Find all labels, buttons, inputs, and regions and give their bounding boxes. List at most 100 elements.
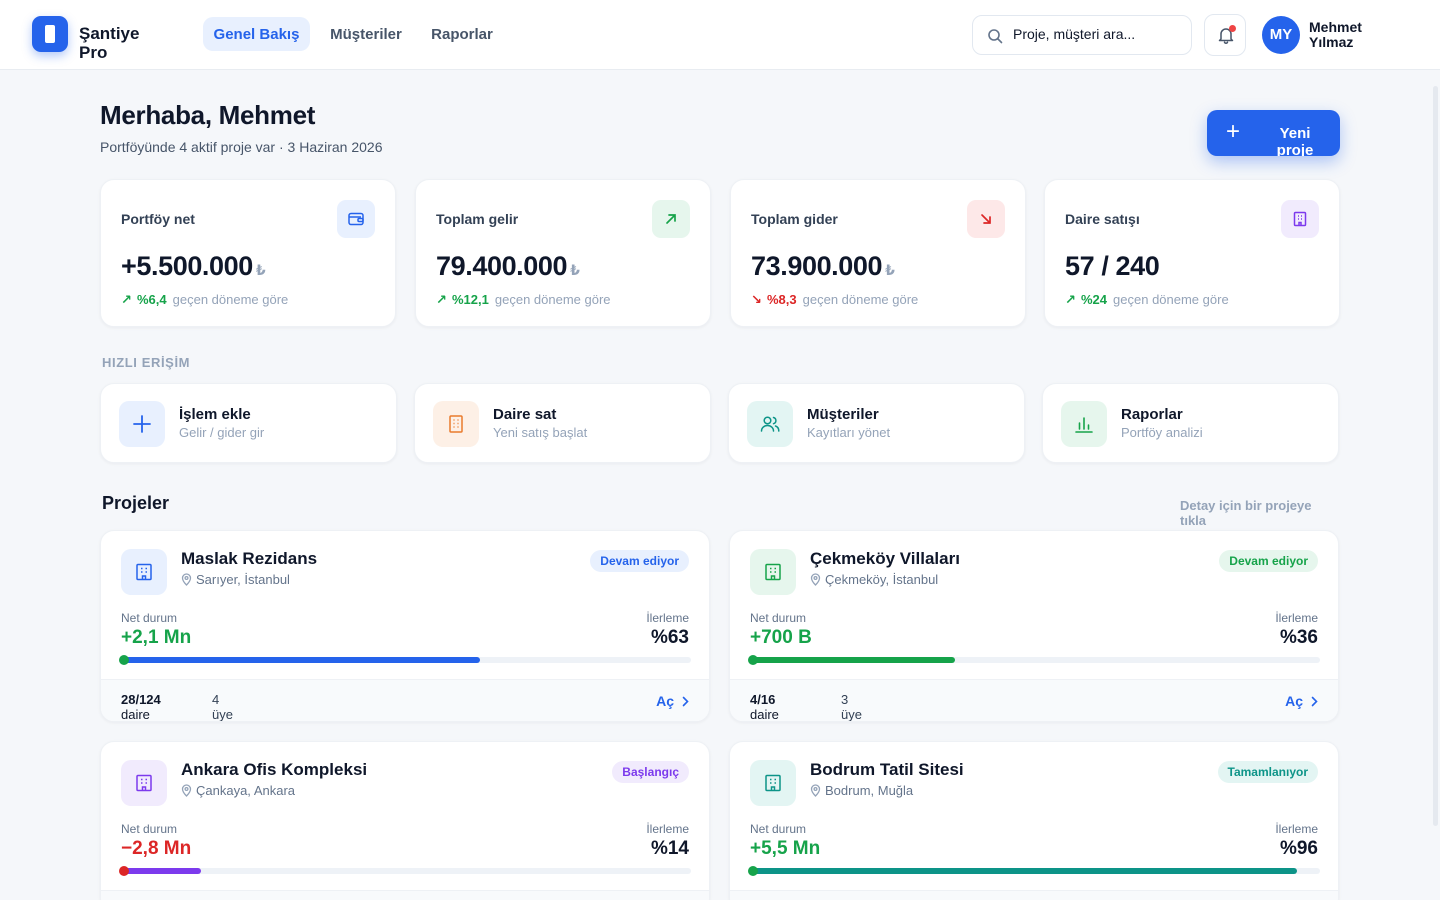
notifications-button[interactable]	[1204, 14, 1246, 56]
search-icon	[988, 29, 1003, 44]
quick-access-title: İşlem ekle	[179, 406, 251, 423]
new-project-label: Yeni proje	[1276, 125, 1314, 156]
quick-access-title: Müşteriler	[807, 406, 879, 423]
progress-bar	[119, 866, 691, 876]
project-name: Maslak Rezidans	[181, 549, 318, 568]
stat-delta: ↘ %8,3 geçen döneme göre	[751, 292, 919, 307]
project-card-cekmekoy-villalari[interactable]: Çekmeköy Villaları Çekmeköy, İstanbul De…	[729, 530, 1339, 722]
open-project-link[interactable]: Aç	[656, 693, 689, 709]
search-box	[972, 15, 1192, 55]
project-name: Çekmeköy Villaları	[810, 549, 960, 568]
progress-value: %63	[650, 627, 689, 648]
building-icon	[121, 549, 167, 595]
arrow-up-right-icon	[652, 200, 690, 238]
quick-access-subtitle: Kayıtları yönet	[807, 425, 891, 440]
stat-label: Toplam gelir	[436, 211, 519, 227]
status-badge: Tamamlanıyor	[1217, 761, 1318, 783]
stat-delta: ↗ %6,4 geçen döneme göre	[121, 292, 289, 307]
progress-bar	[119, 655, 691, 665]
quick-sell-unit[interactable]: Daire sat Yeni satış başlat	[414, 383, 711, 463]
project-location: Bodrum, Muğla	[810, 783, 913, 798]
project-location: Çankaya, Ankara	[181, 783, 295, 798]
location-pin-icon	[181, 784, 192, 797]
net-label: Net durum	[121, 611, 178, 625]
bar-chart-icon	[1061, 401, 1107, 447]
progress-fill	[121, 868, 201, 874]
projects-heading: Projeler	[102, 493, 170, 513]
user-avatar[interactable]: MY	[1262, 16, 1300, 54]
new-project-button[interactable]: + Yeni proje	[1207, 110, 1340, 156]
project-name: Bodrum Tatil Sitesi	[810, 760, 964, 779]
plus-icon	[119, 401, 165, 447]
members-count: 3 üye	[841, 692, 862, 722]
quick-access-subtitle: Gelir / gider gir	[179, 425, 265, 440]
progress-start-dot	[119, 866, 129, 876]
trend-up-icon: ↗	[436, 292, 447, 307]
net-value: +700 B	[750, 627, 812, 648]
project-location: Sarıyer, İstanbul	[181, 572, 290, 587]
project-name: Ankara Ofis Kompleksi	[181, 760, 368, 779]
units-count: 28/124 daire	[121, 692, 161, 722]
location-pin-icon	[810, 784, 821, 797]
stat-value: 73.900.000 ₺	[751, 251, 895, 281]
quick-reports[interactable]: Raporlar Portföy analizi	[1042, 383, 1339, 463]
top-navigation-bar: Şantiye Pro Genel Bakış Müşteriler Rapor…	[0, 0, 1440, 70]
app-logo-icon[interactable]	[32, 16, 68, 52]
building-icon	[750, 760, 796, 806]
wallet-icon	[337, 200, 375, 238]
progress-fill	[750, 868, 1298, 874]
progress-fill	[750, 657, 956, 663]
progress-start-dot	[748, 655, 758, 665]
net-value: +2,1 Mn	[121, 627, 192, 648]
arrow-down-right-icon	[967, 200, 1005, 238]
nav-tab-overview[interactable]: Genel Bakış	[203, 17, 310, 51]
status-badge: Devam ediyor	[1219, 550, 1318, 572]
app-name[interactable]: Şantiye Pro	[79, 24, 169, 62]
quick-add-transaction[interactable]: İşlem ekle Gelir / gider gir	[100, 383, 397, 463]
status-badge: Devam ediyor	[590, 550, 689, 572]
project-card-ankara-ofis-kompleksi[interactable]: Ankara Ofis Kompleksi Çankaya, Ankara Ba…	[100, 741, 710, 900]
progress-bar	[748, 655, 1320, 665]
plus-icon: +	[1226, 118, 1241, 145]
stat-card-portfolio-net: Portföy net +5.500.000 ₺ ↗ %6,4 geçen dönem…	[100, 179, 396, 327]
progress-value: %14	[650, 838, 689, 859]
search-input[interactable]	[1013, 26, 1183, 42]
progress-value: %96	[1279, 838, 1318, 859]
stat-card-total-expense: Toplam gider 73.900.000 ₺ ↘ %8,3 geçen döne…	[730, 179, 1026, 327]
net-label: Net durum	[750, 822, 807, 836]
stat-value: 79.400.000 ₺	[436, 251, 580, 281]
project-card-maslak-rezidans[interactable]: Maslak Rezidans Sarıyer, İstanbul Devam …	[100, 530, 710, 722]
stat-delta: ↗ %12,1 geçen döneme göre	[436, 292, 611, 307]
stat-label: Daire satışı	[1065, 211, 1140, 227]
nav-tab-customers[interactable]: Müşteriler	[322, 17, 410, 51]
stat-value: +5.500.000 ₺	[121, 251, 266, 281]
net-value: −2,8 Mn	[121, 838, 192, 859]
notification-dot	[1229, 25, 1236, 32]
user-name[interactable]: Mehmet Yılmaz	[1309, 20, 1389, 50]
page-scrollbar[interactable]	[1433, 86, 1438, 826]
trend-up-icon: ↗	[1065, 292, 1076, 307]
net-value: +5,5 Mn	[750, 838, 821, 859]
project-footer: 4/16 daire 3 üye Aç	[730, 679, 1338, 722]
nav-tab-reports[interactable]: Raporlar	[422, 17, 502, 51]
page-subtitle: Portföyünde 4 aktif proje var · 3 Hazira…	[100, 139, 383, 155]
progress-label: İlerleme	[646, 822, 689, 836]
project-card-bodrum-tatil-sitesi[interactable]: Bodrum Tatil Sitesi Bodrum, Muğla Tamaml…	[729, 741, 1339, 900]
trend-up-icon: ↗	[121, 292, 132, 307]
quick-access-subtitle: Portföy analizi	[1121, 425, 1203, 440]
quick-access-subtitle: Yeni satış başlat	[493, 425, 588, 440]
project-footer: 28/124 daire 4 üye Aç	[101, 679, 709, 722]
net-label: Net durum	[750, 611, 807, 625]
progress-label: İlerleme	[646, 611, 689, 625]
building-icon	[433, 401, 479, 447]
members-count: 4 üye	[212, 692, 233, 722]
progress-value: %36	[1279, 627, 1318, 648]
quick-customers[interactable]: Müşteriler Kayıtları yönet	[728, 383, 1025, 463]
trend-down-icon: ↘	[751, 292, 762, 307]
net-label: Net durum	[121, 822, 178, 836]
chevron-right-icon	[682, 696, 689, 707]
stat-card-total-income: Toplam gelir 79.400.000 ₺ ↗ %12,1 geçen dön…	[415, 179, 711, 327]
progress-bar	[748, 866, 1320, 876]
building-icon	[1281, 200, 1319, 238]
open-project-link[interactable]: Aç	[1285, 693, 1318, 709]
